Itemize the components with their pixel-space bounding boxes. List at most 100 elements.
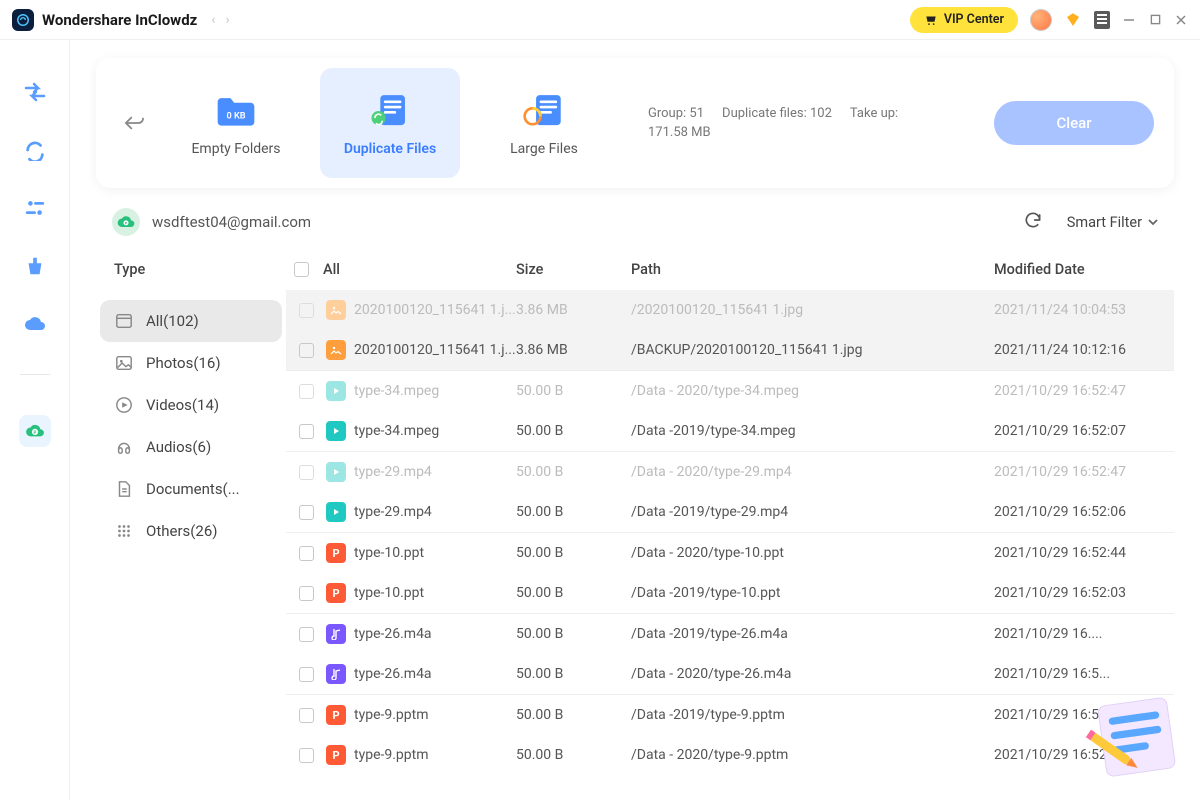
row-checkbox[interactable] bbox=[299, 303, 314, 318]
refresh-button[interactable] bbox=[1023, 210, 1043, 234]
mode-empty-folders[interactable]: 0 KB Empty Folders bbox=[166, 68, 306, 178]
type-sidebar: All(102) Photos(16) Videos(14) Audios(6) Doc… bbox=[96, 290, 286, 800]
type-item-all[interactable]: All(102) bbox=[100, 300, 282, 342]
nav-forward-icon[interactable]: › bbox=[226, 12, 230, 28]
mode-large-files[interactable]: Large Files bbox=[474, 68, 614, 178]
file-group: type-26.m4a50.00 B/Data -2019/type-26.m4… bbox=[286, 613, 1174, 694]
file-group: Ptype-9.pptm50.00 B/Data -2019/type-9.pp… bbox=[286, 694, 1174, 775]
nav-cloud-icon[interactable] bbox=[23, 312, 47, 336]
file-row[interactable]: type-26.m4a50.00 B/Data - 2020/type-26.m… bbox=[286, 654, 1174, 694]
file-name-cell: Ptype-9.pptm bbox=[326, 745, 516, 765]
file-row[interactable]: type-34.mpeg50.00 B/Data -2019/type-34.m… bbox=[286, 411, 1174, 451]
file-path: /Data -2019/type-34.mpeg bbox=[631, 423, 994, 439]
file-row[interactable]: 2020100120_115641 1.j...3.86 MB/BACKUP/2… bbox=[286, 330, 1174, 370]
nav-sync-icon[interactable] bbox=[23, 138, 47, 162]
file-path: /Data - 2020/type-10.ppt bbox=[631, 545, 994, 561]
file-row[interactable]: Ptype-10.ppt50.00 B/Data - 2020/type-10.… bbox=[286, 533, 1174, 573]
column-headers: Type All Size Path Modified Date bbox=[96, 248, 1174, 290]
row-checkbox[interactable] bbox=[299, 465, 314, 480]
file-name-cell: Ptype-10.ppt bbox=[326, 543, 516, 563]
ppt-file-icon: P bbox=[326, 705, 346, 725]
stats: Group: 51 Duplicate files: 102 Take up: … bbox=[648, 104, 898, 143]
file-date: 2021/10/29 16:52:47 bbox=[994, 383, 1174, 399]
file-size: 50.00 B bbox=[516, 585, 631, 601]
account-row: P wsdftest04@gmail.com Smart Filter bbox=[96, 188, 1174, 248]
mode-label: Duplicate Files bbox=[344, 141, 436, 157]
file-name-cell: Ptype-10.ppt bbox=[326, 583, 516, 603]
file-row[interactable]: type-26.m4a50.00 B/Data -2019/type-26.m4… bbox=[286, 614, 1174, 654]
row-checkbox[interactable] bbox=[299, 343, 314, 358]
image-file-icon bbox=[326, 340, 346, 360]
file-path: /Data -2019/type-26.m4a bbox=[631, 626, 994, 642]
video-file-icon bbox=[326, 502, 346, 522]
audios-icon bbox=[114, 437, 134, 457]
type-label: Photos(16) bbox=[146, 354, 221, 372]
nav-clean-icon[interactable] bbox=[23, 254, 47, 278]
file-row[interactable]: type-34.mpeg50.00 B/Data - 2020/type-34.… bbox=[286, 371, 1174, 411]
type-item-documents[interactable]: Documents(... bbox=[100, 468, 282, 510]
file-row[interactable]: Ptype-10.ppt50.00 B/Data -2019/type-10.p… bbox=[286, 573, 1174, 613]
select-all-checkbox[interactable] bbox=[294, 262, 309, 277]
row-checkbox[interactable] bbox=[299, 748, 314, 763]
mode-duplicate-files[interactable]: Duplicate Files bbox=[320, 68, 460, 178]
file-date: 2021/10/29 16:52:06 bbox=[994, 504, 1174, 520]
col-type: Type bbox=[96, 261, 286, 278]
file-date: 2021/10/29 16:5... bbox=[994, 666, 1174, 682]
file-row[interactable]: type-29.mp450.00 B/Data - 2020/type-29.m… bbox=[286, 452, 1174, 492]
smart-filter-dropdown[interactable]: Smart Filter bbox=[1067, 214, 1158, 231]
type-label: Documents(... bbox=[146, 480, 240, 498]
takeup-label: Take up: bbox=[850, 104, 898, 124]
file-date: 2021/11/24 10:12:16 bbox=[994, 342, 1174, 358]
nav-migrate-icon[interactable] bbox=[23, 80, 47, 104]
svg-text:P: P bbox=[33, 430, 36, 436]
file-row[interactable]: Ptype-9.pptm50.00 B/Data -2019/type-9.pp… bbox=[286, 695, 1174, 735]
file-size: 50.00 B bbox=[516, 504, 631, 520]
row-checkbox[interactable] bbox=[299, 424, 314, 439]
vip-label: VIP Center bbox=[944, 12, 1004, 27]
account-email: wsdftest04@gmail.com bbox=[152, 213, 311, 231]
avatar[interactable] bbox=[1030, 9, 1052, 31]
type-item-others[interactable]: Others(26) bbox=[100, 510, 282, 552]
file-path: /BACKUP/2020100120_115641 1.jpg bbox=[631, 342, 994, 358]
row-checkbox[interactable] bbox=[299, 586, 314, 601]
file-path: /Data - 2020/type-34.mpeg bbox=[631, 383, 994, 399]
large-files-icon bbox=[522, 89, 566, 133]
video-file-icon bbox=[326, 381, 346, 401]
row-checkbox[interactable] bbox=[299, 384, 314, 399]
file-row[interactable]: 2020100120_115641 1.j...3.86 MB/20201001… bbox=[286, 290, 1174, 330]
back-button[interactable] bbox=[116, 105, 152, 141]
row-checkbox[interactable] bbox=[299, 505, 314, 520]
app-title: Wondershare InClowdz bbox=[42, 11, 197, 29]
type-item-audios[interactable]: Audios(6) bbox=[100, 426, 282, 468]
row-checkbox[interactable] bbox=[299, 708, 314, 723]
type-item-photos[interactable]: Photos(16) bbox=[100, 342, 282, 384]
file-row[interactable]: Ptype-9.pptm50.00 B/Data - 2020/type-9.p… bbox=[286, 735, 1174, 775]
file-path: /Data -2019/type-29.mp4 bbox=[631, 504, 994, 520]
dup-label: Duplicate files: bbox=[722, 106, 807, 121]
row-checkbox[interactable] bbox=[299, 627, 314, 642]
nav-back-icon[interactable]: ‹ bbox=[211, 12, 215, 28]
row-checkbox[interactable] bbox=[299, 546, 314, 561]
cloud-account-button[interactable]: P bbox=[19, 415, 51, 447]
type-item-videos[interactable]: Videos(14) bbox=[100, 384, 282, 426]
file-row[interactable]: type-29.mp450.00 B/Data -2019/type-29.mp… bbox=[286, 492, 1174, 532]
file-list[interactable]: 2020100120_115641 1.j...3.86 MB/20201001… bbox=[286, 290, 1174, 800]
feedback-icon[interactable] bbox=[1094, 11, 1110, 29]
close-icon[interactable] bbox=[1174, 13, 1188, 27]
clear-button[interactable]: Clear bbox=[994, 101, 1154, 145]
col-date: Modified Date bbox=[994, 261, 1174, 278]
diamond-icon[interactable] bbox=[1064, 11, 1082, 29]
documents-icon bbox=[114, 479, 134, 499]
nav-settings-icon[interactable] bbox=[23, 196, 47, 220]
vip-center-button[interactable]: VIP Center bbox=[910, 7, 1018, 33]
file-name-cell: type-34.mpeg bbox=[326, 381, 516, 401]
image-file-icon bbox=[326, 300, 346, 320]
ppt-file-icon: P bbox=[326, 543, 346, 563]
row-checkbox[interactable] bbox=[299, 667, 314, 682]
video-file-icon bbox=[326, 462, 346, 482]
minimize-icon[interactable] bbox=[1122, 13, 1136, 27]
file-date: 2021/10/29 16:52:47 bbox=[994, 464, 1174, 480]
file-size: 50.00 B bbox=[516, 747, 631, 763]
type-label: Videos(14) bbox=[146, 396, 219, 414]
maximize-icon[interactable] bbox=[1148, 13, 1162, 27]
